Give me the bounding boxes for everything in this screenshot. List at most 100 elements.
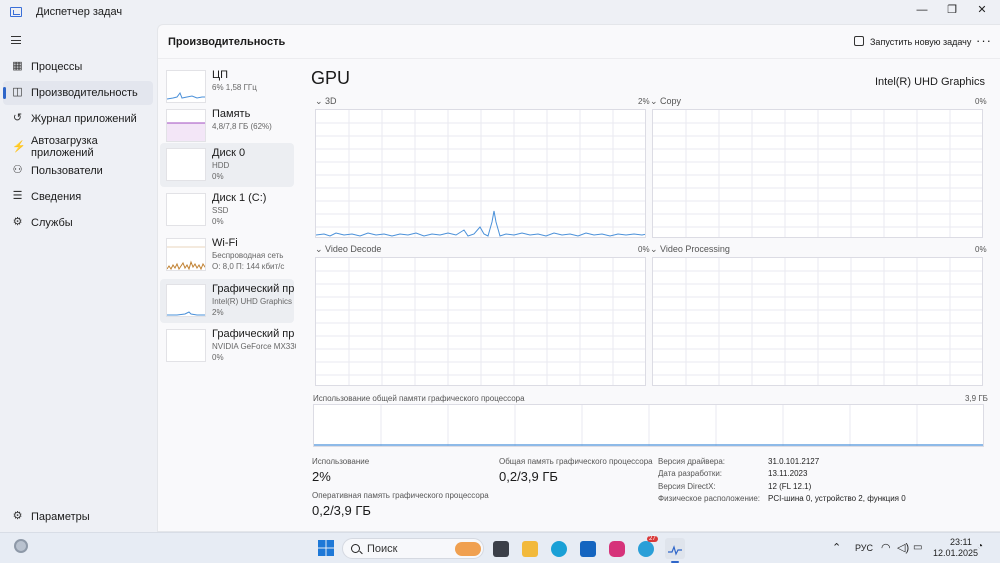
directx-version-value: 12 (FL 12.1)	[768, 482, 812, 491]
clock-date[interactable]: 12.01.2025	[933, 548, 978, 558]
sidebar-item-label: Пользователи	[31, 165, 103, 177]
notification-badge: 27	[647, 536, 658, 542]
run-new-task-button[interactable]: Запустить новую задачу	[870, 37, 971, 47]
physical-location-label: Физическое расположение:	[658, 494, 760, 503]
usage-label: Использование	[312, 457, 370, 466]
device-sub: HDD	[212, 161, 230, 170]
engine-selector-3d[interactable]: ⌄ 3D	[315, 96, 337, 107]
edge-browser-icon[interactable]	[551, 541, 567, 557]
language-indicator[interactable]: РУС	[855, 543, 873, 553]
file-app-icon[interactable]	[493, 541, 509, 557]
device-disk-1[interactable]: Диск 1 (C:) SSD 0%	[160, 188, 294, 232]
sidebar-item-details[interactable]: ☰ Сведения	[3, 185, 153, 209]
clock-time[interactable]: 23:11	[950, 537, 972, 547]
engine-selector-copy[interactable]: ⌄ Copy	[650, 96, 681, 107]
close-button[interactable]: ✕	[967, 2, 997, 20]
engine-value: 0%	[975, 245, 987, 254]
task-manager-taskbar-icon[interactable]	[665, 538, 685, 559]
device-disk-0[interactable]: Диск 0 HDD 0%	[160, 143, 294, 187]
directx-version-label: Версия DirectX:	[658, 482, 716, 491]
dedicated-memory-label: Оперативная память графического процессо…	[312, 491, 489, 500]
app-history-icon: ↺	[12, 112, 23, 124]
engine-value: 2%	[638, 97, 650, 106]
dedicated-memory-value: 0,2/3,9 ГБ	[312, 503, 371, 518]
graph-video-processing	[652, 257, 983, 386]
driver-version-value: 31.0.101.2127	[768, 457, 820, 466]
settings-button[interactable]: ⚙ Параметры	[3, 505, 153, 529]
startup-icon: ⚡	[12, 141, 26, 153]
graph-3d-svg	[316, 110, 645, 237]
engine-label: Copy	[660, 96, 682, 106]
wifi-icon[interactable]: ◠	[881, 541, 891, 554]
sidebar-item-performance[interactable]: ◫ Производительность	[3, 81, 153, 105]
device-sub: 0%	[212, 217, 224, 226]
file-explorer-icon[interactable]	[522, 541, 538, 557]
device-gpu-1[interactable]: Графический процессор 1 NVIDIA GeForce M…	[160, 324, 296, 368]
sidebar-item-processes[interactable]: ▦ Процессы	[3, 55, 153, 79]
run-task-icon	[854, 36, 864, 46]
sidebar-item-label: Службы	[31, 217, 73, 229]
maximize-button[interactable]: ❐	[937, 2, 967, 20]
search-icon	[351, 544, 360, 553]
notifications-icon[interactable]: ◔	[977, 541, 983, 552]
battery-icon[interactable]: ▭	[913, 542, 922, 553]
search-label: Поиск	[367, 543, 398, 555]
start-button-icon[interactable]	[318, 540, 334, 556]
device-name: Диск 0	[212, 147, 246, 159]
gpu-thumbnail	[166, 284, 206, 317]
taskbar: Поиск 27 ⌃ РУС ◠ ◁) ▭ 23:11 12.01.2025 ◔	[0, 532, 1000, 563]
engine-label: 3D	[325, 96, 337, 106]
graph-video-decode-svg	[316, 258, 645, 385]
cpu-thumbnail	[166, 70, 206, 103]
sidebar-item-services[interactable]: ⚙ Службы	[3, 211, 153, 235]
services-icon: ⚙	[12, 216, 23, 228]
gpu-model: Intel(R) UHD Graphics	[874, 76, 985, 88]
driver-version-label: Версия драйвера:	[658, 457, 726, 466]
engine-selector-video-decode[interactable]: ⌄ Video Decode	[315, 244, 381, 255]
instagram-icon[interactable]	[609, 541, 625, 557]
device-name: Диск 1 (C:)	[212, 192, 267, 204]
shared-memory-label: Использование общей памяти графического …	[313, 394, 525, 403]
gear-icon: ⚙	[12, 510, 23, 522]
device-cpu[interactable]: ЦП 6% 1,58 ГГц	[160, 65, 294, 109]
minimize-button[interactable]: —	[907, 2, 937, 20]
taskbar-search[interactable]: Поиск	[342, 538, 484, 559]
volume-icon[interactable]: ◁)	[897, 541, 909, 554]
engine-selector-video-processing[interactable]: ⌄ Video Processing	[650, 244, 730, 255]
device-gpu-0[interactable]: Графический процессор 0 Intel(R) UHD Gra…	[160, 279, 294, 323]
graph-3d	[315, 109, 646, 238]
more-options-button[interactable]: ···	[976, 33, 992, 48]
task-manager-icon	[10, 7, 22, 17]
usage-value: 2%	[312, 469, 331, 484]
store-icon[interactable]	[580, 541, 596, 557]
sidebar: ▦ Процессы ◫ Производительность ↺ Журнал…	[0, 24, 157, 532]
device-wifi[interactable]: Wi-Fi Беспроводная сеть О: 8,0 П: 144 кб…	[160, 233, 294, 277]
sidebar-item-users[interactable]: ⚇ Пользователи	[3, 159, 153, 183]
device-name: Графический процессор 1	[212, 328, 294, 340]
shared-memory-max: 3,9 ГБ	[965, 394, 988, 403]
device-memory[interactable]: Память 4,8/7,8 ГБ (62%)	[160, 104, 294, 148]
driver-date-label: Дата разработки:	[658, 469, 723, 478]
performance-icon: ◫	[12, 86, 23, 98]
hamburger-menu-icon[interactable]	[11, 36, 21, 44]
device-sub: 0%	[212, 353, 224, 362]
telegram-icon[interactable]: 27	[638, 536, 658, 557]
device-sub: SSD	[212, 206, 229, 215]
device-sub: 2%	[212, 308, 224, 317]
details-icon: ☰	[12, 190, 23, 202]
graph-video-decode	[315, 257, 646, 386]
engine-label: Video Decode	[325, 244, 382, 254]
window-title: Диспетчер задач	[36, 6, 123, 18]
settings-label: Параметры	[31, 511, 90, 523]
widgets-icon[interactable]	[14, 539, 28, 553]
shared-memory-stat-value: 0,2/3,9 ГБ	[499, 469, 558, 484]
device-name: Память	[212, 108, 251, 120]
gpu-thumbnail	[166, 329, 206, 362]
sidebar-item-app-history[interactable]: ↺ Журнал приложений	[3, 107, 153, 131]
graph-shared-memory	[313, 404, 984, 447]
graph-copy-svg	[653, 110, 982, 237]
device-name: ЦП	[212, 69, 229, 81]
search-highlight-icon	[455, 542, 481, 556]
show-hidden-icons-chevron-icon[interactable]: ⌃	[832, 541, 841, 554]
engine-value: 0%	[975, 97, 987, 106]
